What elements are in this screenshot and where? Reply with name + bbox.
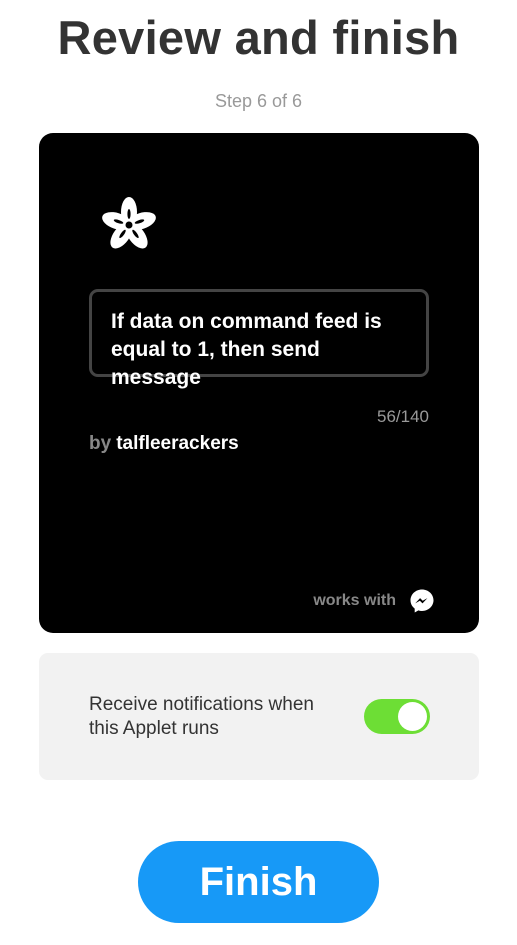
applet-preview-card: If data on command feed is equal to 1, t…	[39, 133, 479, 633]
step-indicator: Step 6 of 6	[214, 91, 303, 111]
finish-button[interactable]: Finish	[138, 841, 379, 923]
character-counter: 56/140	[377, 407, 429, 426]
notifications-label: Receive notifications when this Applet r…	[89, 694, 314, 739]
messenger-icon	[410, 589, 434, 613]
byline-prefix: by	[89, 433, 112, 454]
adafruit-flower-icon	[102, 197, 156, 249]
applet-title-text: If data on command feed is equal to 1, t…	[111, 310, 382, 389]
notifications-panel: Receive notifications when this Applet r…	[39, 653, 479, 780]
notifications-toggle[interactable]	[364, 699, 430, 734]
works-with-section: works with	[313, 588, 435, 614]
toggle-knob	[398, 702, 427, 731]
page-title: Review and finish	[57, 11, 460, 64]
applet-title-field[interactable]: If data on command feed is equal to 1, t…	[89, 289, 429, 389]
author-name: talfleerackers	[116, 433, 239, 454]
works-with-label: works with	[313, 592, 396, 609]
author-byline: by talfleerackers	[89, 433, 239, 455]
